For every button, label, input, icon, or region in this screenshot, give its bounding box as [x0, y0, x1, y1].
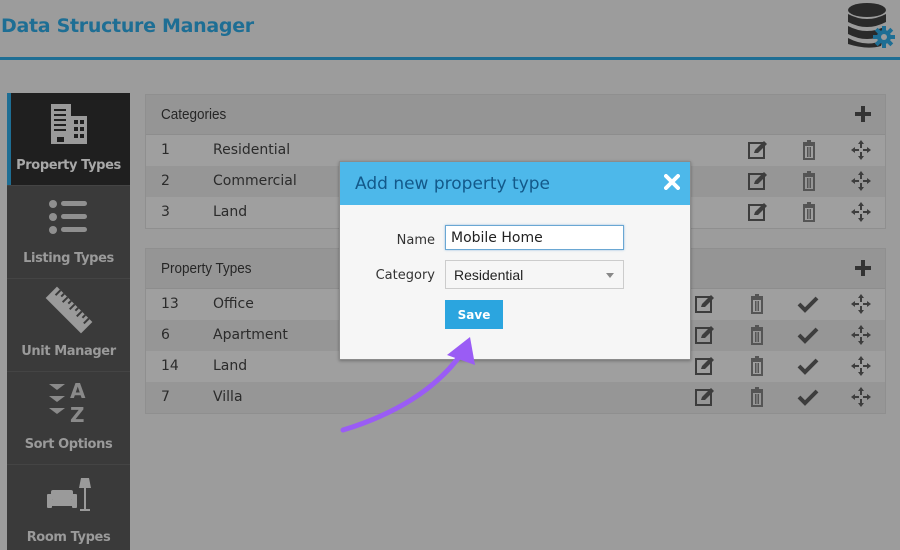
sidebar-item-label: Unit Manager [21, 344, 116, 359]
add-property-type-button[interactable] [855, 260, 871, 276]
chevron-down-icon [606, 273, 614, 278]
trash-icon[interactable] [746, 325, 768, 345]
check-icon[interactable] [797, 294, 819, 314]
table-row: 7 Villa [146, 382, 885, 413]
edit-icon[interactable] [694, 356, 716, 376]
modal-header: Add new property type [340, 162, 690, 205]
trash-icon[interactable] [798, 171, 820, 191]
row-name: Land [213, 358, 248, 374]
trash-icon[interactable] [746, 294, 768, 314]
sidebar-item-label: Room Types [26, 530, 111, 545]
row-name: Land [213, 204, 248, 220]
trash-icon[interactable] [798, 140, 820, 160]
list-icon [7, 192, 130, 242]
app-title: Data Structure Manager [1, 15, 254, 37]
row-name: Villa [213, 389, 243, 405]
svg-text:Z: Z [70, 403, 85, 427]
sidebar-item-label: Sort Options [24, 437, 113, 452]
sort-az-icon: A Z [7, 378, 130, 428]
panel-title: Categories [161, 106, 227, 123]
row-id: 14 [161, 358, 179, 374]
check-icon[interactable] [797, 387, 819, 407]
edit-icon[interactable] [694, 325, 716, 345]
sidebar: Property Types Listing Types Unit Manage… [7, 93, 130, 550]
modal-title: Add new property type [355, 174, 551, 194]
row-name: Commercial [213, 173, 297, 189]
edit-icon[interactable] [747, 171, 769, 191]
edit-icon[interactable] [694, 387, 716, 407]
close-icon[interactable] [664, 174, 680, 190]
add-property-type-modal: Add new property type Name Category Resi… [339, 161, 691, 360]
sidebar-item-property-types[interactable]: Property Types [7, 93, 130, 186]
move-icon[interactable] [850, 202, 872, 222]
row-id: 1 [161, 142, 170, 158]
move-icon[interactable] [850, 356, 872, 376]
move-icon[interactable] [850, 140, 872, 160]
name-input[interactable] [445, 225, 624, 250]
edit-icon[interactable] [694, 294, 716, 314]
sidebar-item-listing-types[interactable]: Listing Types [7, 186, 130, 279]
row-name: Office [213, 296, 254, 312]
app-header: Data Structure Manager [0, 0, 900, 60]
database-gear-icon[interactable] [845, 2, 897, 50]
row-id: 13 [161, 296, 179, 312]
check-icon[interactable] [797, 325, 819, 345]
add-category-button[interactable] [855, 106, 871, 122]
trash-icon[interactable] [746, 356, 768, 376]
sidebar-item-label: Property Types [16, 158, 121, 173]
category-select-value: Residential [454, 267, 524, 283]
move-icon[interactable] [850, 171, 872, 191]
row-name: Residential [213, 142, 291, 158]
check-icon[interactable] [797, 356, 819, 376]
row-id: 2 [161, 173, 170, 189]
category-label: Category [375, 268, 435, 283]
sofa-lamp-icon [7, 471, 130, 521]
move-icon[interactable] [850, 294, 872, 314]
ruler-icon [7, 285, 130, 335]
category-select[interactable]: Residential [445, 260, 624, 289]
row-id: 3 [161, 204, 170, 220]
sidebar-item-label: Listing Types [23, 251, 114, 266]
panel-title: Property Types [161, 260, 252, 277]
trash-icon[interactable] [798, 202, 820, 222]
row-id: 7 [161, 389, 170, 405]
move-icon[interactable] [850, 325, 872, 345]
move-icon[interactable] [850, 387, 872, 407]
edit-icon[interactable] [747, 202, 769, 222]
svg-text:A: A [70, 379, 86, 403]
trash-icon[interactable] [746, 387, 768, 407]
sidebar-item-sort-options[interactable]: A Z Sort Options [7, 372, 130, 465]
name-label: Name [396, 233, 435, 248]
row-id: 6 [161, 327, 170, 343]
sidebar-item-room-types[interactable]: Room Types [7, 465, 130, 550]
save-button[interactable]: Save [445, 300, 503, 329]
building-icon [7, 99, 130, 149]
row-name: Apartment [213, 327, 288, 343]
panel-header: Categories [146, 95, 885, 135]
edit-icon[interactable] [747, 140, 769, 160]
sidebar-item-unit-manager[interactable]: Unit Manager [7, 279, 130, 372]
